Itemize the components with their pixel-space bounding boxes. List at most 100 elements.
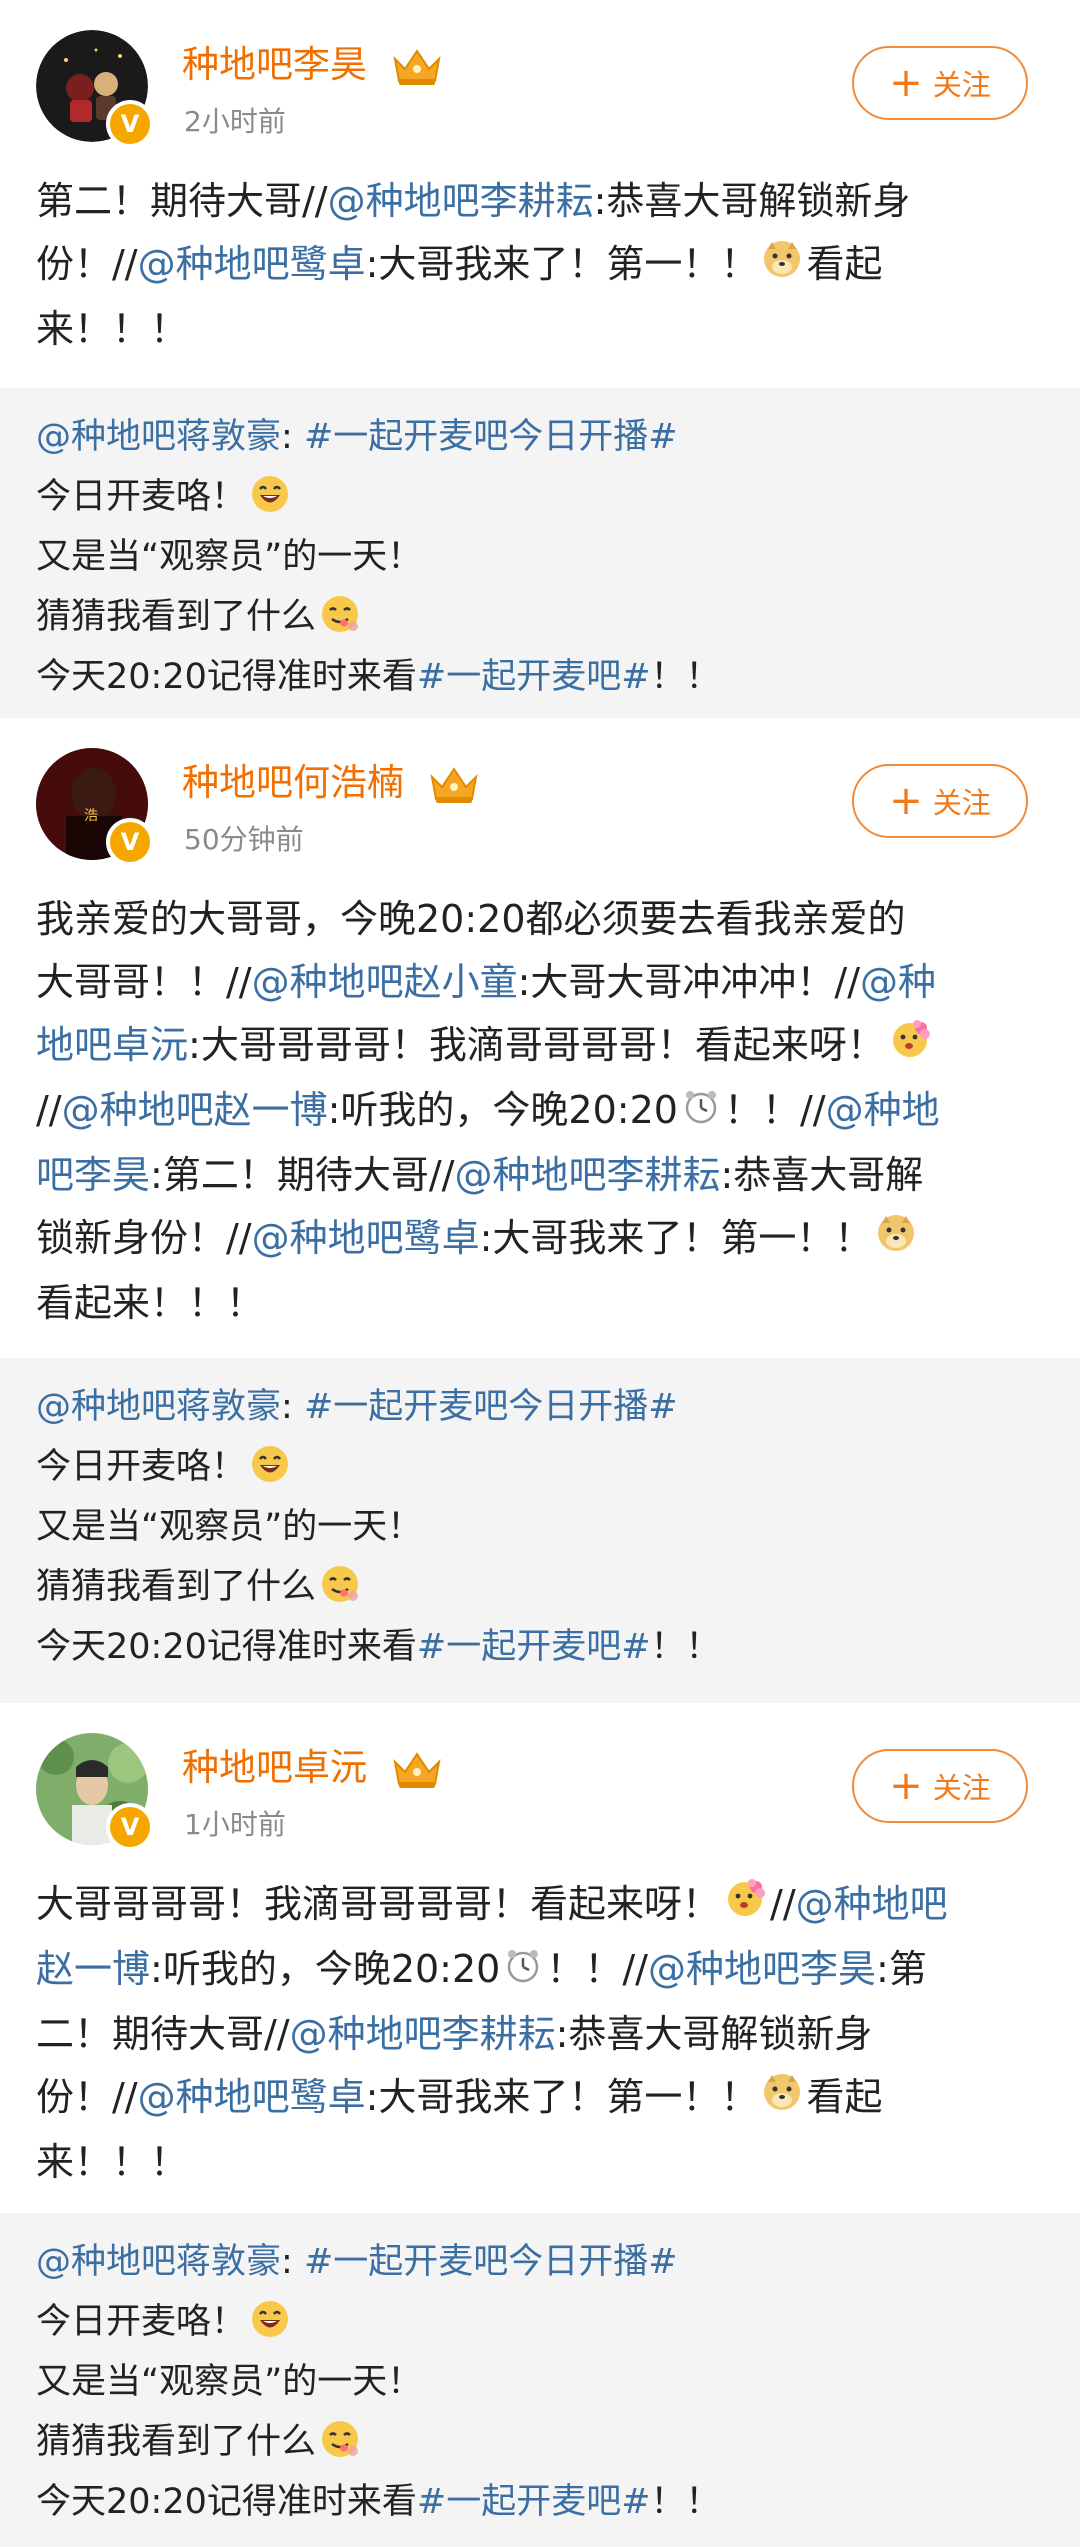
mention-link[interactable]: @种地吧李昊 [648, 1947, 876, 1991]
mention-link[interactable]: @种地吧李耕耘 [454, 1153, 720, 1197]
text-segment: // [770, 1882, 796, 1926]
text-segment: 猜猜我看到了什么 [36, 597, 317, 637]
mention-link[interactable]: @种地吧李耕耘 [328, 179, 594, 223]
avatar[interactable]: 浩 V [36, 748, 156, 868]
repost-line: 又是当“观察员”的一天！ [36, 528, 422, 579]
topic-link[interactable]: #一起开麦吧今日开播# [304, 2242, 678, 2282]
mention-link[interactable]: @种地吧鹭卓 [138, 242, 366, 286]
post-header: 浩 V 种地吧何浩楠 50分钟前 + 关注 [0, 718, 1080, 888]
post-text-line: 我亲爱的大哥哥，今晚20:20都必须要去看我亲爱的 [36, 888, 1040, 951]
mention-link[interactable]: @种地吧李耕耘 [290, 2012, 556, 2056]
text-segment: 猜猜我看到了什么 [36, 2422, 317, 2462]
svg-text:浩: 浩 [84, 808, 98, 824]
post-text-line: 第二！期待大哥//@种地吧李耕耘:恭喜大哥解锁新身 [36, 170, 1040, 233]
text-segment: ！！ [650, 657, 721, 697]
user-name-text: 种地吧卓沅 [182, 1746, 367, 1789]
text-segment: // [36, 1088, 62, 1132]
crown-icon [430, 766, 478, 803]
post-text-line: 二！期待大哥//@种地吧李耕耘:恭喜大哥解锁新身 [36, 2003, 1040, 2066]
user-name-text: 种地吧何浩楠 [182, 761, 404, 804]
verified-icon: V [106, 1803, 154, 1851]
text-segment: 今日开麦咯！ [36, 477, 247, 517]
follow-label: 关注 [932, 68, 991, 102]
plus-icon: + [889, 1763, 923, 1809]
post-header: V 种地吧卓沅 1小时前 + 关注 [0, 1703, 1080, 1873]
mention-link[interactable]: @种地吧鹭卓 [252, 1216, 480, 1260]
user-name[interactable]: 种地吧李昊 [182, 34, 443, 88]
text-segment: :听我的，今晚20:20 [150, 1947, 501, 1991]
text-segment: ！！// [546, 1947, 648, 1991]
mention-link[interactable]: @种地吧赵一博 [62, 1088, 328, 1132]
mention-link[interactable]: 地吧卓沅 [36, 1023, 188, 1067]
plus-icon: + [889, 60, 923, 106]
post-text: 第二！期待大哥//@种地吧李耕耘:恭喜大哥解锁新身 份！//@种地吧鹭卓:大哥我来… [36, 170, 1040, 361]
post-text-line: 地吧卓沅:大哥哥哥哥！我滴哥哥哥哥！看起来呀！ [36, 1014, 1040, 1079]
repost-line: @种地吧蒋敦豪: #一起开麦吧今日开播# [36, 1378, 678, 1429]
text-segment: 锁新身份！// [36, 1216, 252, 1260]
mention-link[interactable]: @种地吧蒋敦豪 [36, 417, 281, 457]
text-segment: :大哥大哥冲冲冲！// [517, 960, 861, 1004]
topic-link[interactable]: #一起开麦吧# [417, 2482, 651, 2522]
repost-card[interactable]: @种地吧蒋敦豪: #一起开麦吧今日开播# 今日开麦咯！ 又是当“观察员”的一天！ 猜猜… [0, 2213, 1080, 2547]
text-segment: :恭喜大哥解 [720, 1153, 924, 1197]
post-text-line: 大哥哥！！//@种地吧赵小童:大哥大哥冲冲冲！//@种 [36, 951, 1040, 1014]
follow-label: 关注 [932, 786, 991, 820]
repost-line: 猜猜我看到了什么 [36, 2413, 364, 2468]
repost-line: 今日开麦咯！ [36, 1438, 294, 1493]
mention-link[interactable]: @种地吧蒋敦豪 [36, 2242, 281, 2282]
repost-card[interactable]: @种地吧蒋敦豪: #一起开麦吧今日开播# 今日开麦咯！ 又是当“观察员”的一天！ 猜猜… [0, 1358, 1080, 1703]
text-segment: :恭喜大哥解锁新身 [555, 2012, 873, 2056]
mention-link[interactable]: @种地 [826, 1088, 940, 1132]
clock-emoji-icon [682, 1081, 720, 1144]
user-name-text: 种地吧李昊 [182, 43, 367, 86]
follow-button[interactable]: + 关注 [852, 764, 1028, 838]
topic-link[interactable]: #一起开麦吧今日开播# [304, 1387, 678, 1427]
text-segment: 看起来！！！ [36, 1281, 265, 1325]
topic-link[interactable]: #一起开麦吧今日开播# [304, 417, 678, 457]
doge-emoji-icon [762, 2068, 802, 2131]
mention-link[interactable]: @种地吧鹭卓 [138, 2075, 366, 2119]
repost-line: 今天20:20记得准时来看#一起开麦吧#！！ [36, 1618, 721, 1669]
avatar[interactable]: V [36, 1733, 156, 1853]
post-header: V 种地吧李昊 2小时前 + 关注 [0, 0, 1080, 170]
follow-label: 关注 [932, 1771, 991, 1805]
text-segment: 二！期待大哥// [36, 2012, 290, 2056]
repost-line: 今日开麦咯！ [36, 468, 294, 523]
follow-button[interactable]: + 关注 [852, 1749, 1028, 1823]
mention-link[interactable]: 赵一博 [36, 1947, 150, 1991]
text-segment: : [281, 417, 304, 457]
repost-line: 又是当“观察员”的一天！ [36, 2353, 422, 2404]
post-text: 我亲爱的大哥哥，今晚20:20都必须要去看我亲爱的 大哥哥！！//@种地吧赵小童:… [36, 888, 1040, 1335]
crown-icon [393, 1751, 441, 1788]
verified-icon: V [106, 818, 154, 866]
laugh-emoji-icon [250, 2299, 290, 2348]
mention-link[interactable]: @种地吧赵小童 [252, 960, 518, 1004]
mention-link[interactable]: 吧李昊 [36, 1153, 150, 1197]
mention-link[interactable]: @种 [860, 960, 936, 1004]
text-segment: 份！// [36, 242, 138, 286]
verified-icon: V [106, 100, 154, 148]
user-name[interactable]: 种地吧何浩楠 [182, 752, 480, 806]
post-text: 大哥哥哥哥！我滴哥哥哥哥！看起来呀！ //@种地吧 赵一博:听我的，今晚20:20 ！… [36, 1873, 1040, 2194]
post-text-line: 份！//@种地吧鹭卓:大哥我来了！第一！！ 看起 [36, 2066, 1040, 2131]
topic-link[interactable]: #一起开麦吧# [417, 657, 651, 697]
text-segment: 今日开麦咯！ [36, 1447, 247, 1487]
repost-card[interactable]: @种地吧蒋敦豪: #一起开麦吧今日开播# 今日开麦咯！ 又是当“观察员”的一天！ 猜猜… [0, 388, 1080, 718]
repost-line: 又是当“观察员”的一天！ [36, 1498, 422, 1549]
repost-line: 猜猜我看到了什么 [36, 1558, 364, 1613]
mention-link[interactable]: @种地吧蒋敦豪 [36, 1387, 281, 1427]
topic-link[interactable]: #一起开麦吧# [417, 1627, 651, 1667]
post-text-line: //@种地吧赵一博:听我的，今晚20:20 ！！//@种地 [36, 1079, 1040, 1144]
follow-button[interactable]: + 关注 [852, 46, 1028, 120]
avatar[interactable]: V [36, 30, 156, 150]
text-segment: 又是当“观察员”的一天！ [36, 1507, 423, 1547]
text-segment: :第 [875, 1947, 927, 1991]
post-time: 2小时前 [184, 105, 286, 138]
post-text-line: 份！//@种地吧鹭卓:大哥我来了！第一！！ 看起 [36, 233, 1040, 298]
mention-link[interactable]: @种地吧 [796, 1882, 948, 1926]
yum-emoji-icon [320, 2419, 360, 2468]
text-segment: :大哥哥哥哥！我滴哥哥哥哥！看起来呀！ [188, 1023, 885, 1067]
post-text-line: 看起来！！！ [36, 1272, 1040, 1335]
text-segment: ！！ [650, 2482, 721, 2522]
user-name[interactable]: 种地吧卓沅 [182, 1737, 443, 1791]
